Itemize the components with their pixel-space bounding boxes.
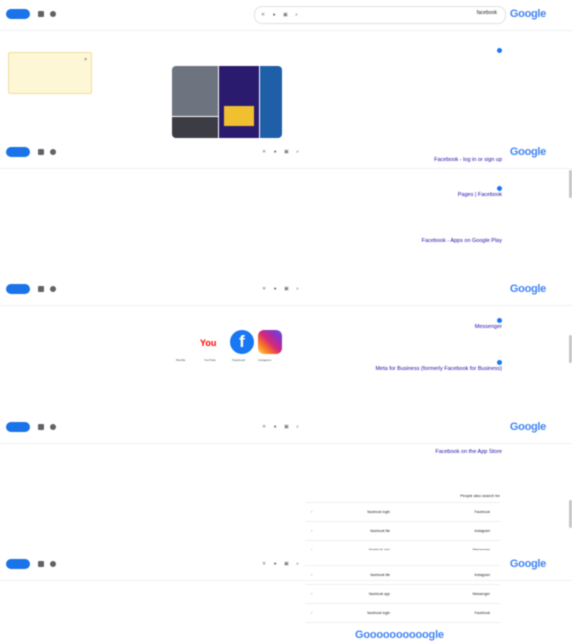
chevron-icon: › bbox=[311, 610, 313, 615]
close-icon[interactable]: × bbox=[84, 57, 87, 63]
chevron-icon: › bbox=[311, 509, 313, 514]
mozilla-icon[interactable] bbox=[172, 338, 196, 348]
kp-facts bbox=[172, 201, 282, 261]
search-header: ✕ ● ▣ ⌕ Google bbox=[0, 413, 572, 444]
search-result[interactable] bbox=[292, 48, 502, 63]
result-title[interactable]: Pages | Facebook bbox=[292, 192, 502, 198]
sign-in-button[interactable] bbox=[6, 559, 30, 569]
search-tools-icon[interactable]: ✕ ● ▣ ⌕ bbox=[262, 561, 302, 567]
search-result[interactable]: Facebook on the App Store bbox=[292, 448, 502, 460]
settings-icon[interactable] bbox=[50, 286, 56, 292]
table-row[interactable]: Messenger facebook app › bbox=[305, 585, 500, 604]
apps-icon[interactable] bbox=[38, 424, 44, 430]
meta-favicon bbox=[497, 360, 502, 365]
search-result[interactable]: Pages | Facebook bbox=[292, 186, 502, 208]
search-query: facebook bbox=[476, 10, 497, 16]
search-input[interactable]: ✕ ● ▣ ⌕ bbox=[256, 281, 506, 297]
google-logo[interactable]: Google bbox=[510, 146, 546, 158]
search-header: ✕ ● ▣ ⌕ Google bbox=[0, 275, 572, 306]
kp-link[interactable] bbox=[172, 177, 282, 185]
result-title[interactable]: Facebook - log in or sign up bbox=[292, 157, 502, 163]
search-tools-icon[interactable]: ✕ ● ▣ ⌕ bbox=[261, 12, 301, 18]
chevron-icon: › bbox=[311, 591, 313, 596]
google-logo[interactable]: Google bbox=[510, 8, 546, 20]
settings-icon[interactable] bbox=[50, 424, 56, 430]
search-result[interactable]: Facebook - log in or sign up bbox=[292, 156, 502, 168]
people-also-search-heading: People also search for bbox=[460, 493, 500, 498]
search-result[interactable]: Facebook - Apps on Google Play bbox=[292, 232, 502, 249]
table-row[interactable]: Instagram facebook lite › bbox=[305, 566, 500, 585]
apps-panel: f You Instagram Facebook YouTube Mozilla bbox=[172, 330, 282, 370]
search-result[interactable]: Meta for Business (formerly Facebook for… bbox=[292, 360, 502, 377]
pagination-logo[interactable]: Goooooooooogle bbox=[355, 629, 444, 641]
chevron-icon: › bbox=[311, 572, 313, 577]
page: ✕ ● ▣ ⌕ facebook Google × ✕ ● ▣ ⌕ Google… bbox=[0, 0, 572, 643]
google-logo[interactable]: Google bbox=[510, 421, 546, 433]
media-thumb-highlight bbox=[224, 106, 254, 126]
search-result[interactable] bbox=[292, 86, 502, 96]
media-thumb[interactable] bbox=[172, 117, 218, 138]
app-label: YouTube bbox=[204, 358, 216, 362]
google-logo[interactable]: Google bbox=[510, 558, 546, 570]
media-thumb[interactable] bbox=[260, 66, 282, 138]
settings-icon[interactable] bbox=[50, 149, 56, 155]
instagram-icon[interactable] bbox=[258, 330, 282, 354]
settings-icon[interactable] bbox=[50, 561, 56, 567]
info-tooltip: × bbox=[8, 52, 92, 94]
result-title[interactable]: Meta for Business (formerly Facebook for… bbox=[292, 366, 502, 372]
search-input[interactable]: ✕ ● ▣ ⌕ bbox=[256, 419, 506, 435]
app-label: Facebook bbox=[232, 358, 246, 362]
media-carousel[interactable] bbox=[172, 66, 282, 138]
table-row[interactable]: Instagram facebook lite › bbox=[305, 522, 500, 541]
facebook-icon[interactable]: f bbox=[230, 330, 254, 354]
search-result[interactable]: Messenger bbox=[292, 318, 502, 335]
table-row[interactable]: Facebook facebook login › bbox=[305, 604, 500, 623]
messenger-favicon bbox=[497, 318, 502, 323]
search-input[interactable]: ✕ ● ▣ ⌕ facebook bbox=[254, 6, 506, 24]
search-header: ✕ ● ▣ ⌕ facebook Google bbox=[0, 0, 572, 31]
search-tools-icon[interactable]: ✕ ● ▣ ⌕ bbox=[262, 286, 302, 292]
search-tools-icon[interactable]: ✕ ● ▣ ⌕ bbox=[262, 424, 302, 430]
media-thumb[interactable] bbox=[219, 66, 259, 138]
google-logo[interactable]: Google bbox=[510, 283, 546, 295]
youtube-icon[interactable]: You bbox=[200, 336, 226, 350]
apps-icon[interactable] bbox=[38, 11, 44, 17]
sign-in-button[interactable] bbox=[6, 284, 30, 294]
sign-in-button[interactable] bbox=[6, 9, 30, 19]
knowledge-panel-text bbox=[172, 155, 282, 261]
sign-in-button[interactable] bbox=[6, 147, 30, 157]
chevron-icon: › bbox=[311, 528, 313, 533]
facebook-favicon bbox=[497, 186, 502, 191]
apps-icon[interactable] bbox=[38, 286, 44, 292]
related-searches-table: Instagram facebook lite › Messenger face… bbox=[305, 565, 500, 623]
settings-icon[interactable] bbox=[50, 11, 56, 17]
app-label: Instagram bbox=[258, 358, 272, 362]
result-title[interactable]: Facebook - Apps on Google Play bbox=[292, 238, 502, 244]
search-result[interactable] bbox=[292, 108, 502, 118]
sign-in-button[interactable] bbox=[6, 422, 30, 432]
apps-icon[interactable] bbox=[38, 149, 44, 155]
result-title[interactable]: Messenger bbox=[292, 324, 502, 330]
app-label: Mozilla bbox=[176, 358, 186, 362]
media-thumb[interactable] bbox=[172, 66, 218, 116]
table-row[interactable]: Facebook facebook login › bbox=[305, 503, 500, 522]
result-title[interactable]: Facebook on the App Store bbox=[292, 449, 502, 455]
apps-icon[interactable] bbox=[38, 561, 44, 567]
